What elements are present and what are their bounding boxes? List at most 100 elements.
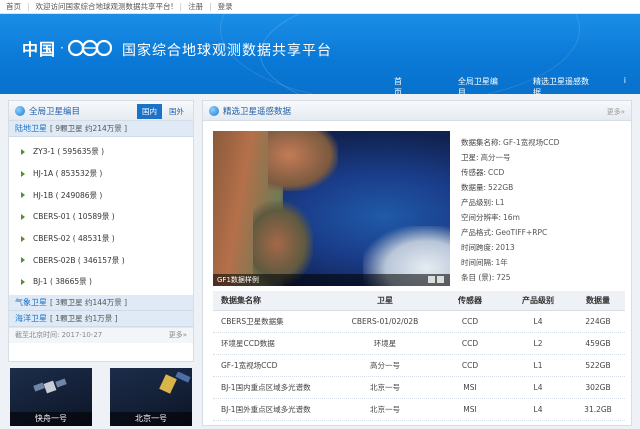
panel-header: 全局卫星编目 国内 国外	[9, 101, 193, 121]
image-caption: GF1数据样例	[213, 274, 450, 286]
logo-dot-icon: ·	[60, 41, 64, 55]
dataset-info: 数据集名称: GF-1宽视场CCD 卫星: 高分一号 传感器: CCD 数据量: 522…	[461, 135, 626, 285]
column-header: 传感器	[458, 296, 482, 305]
table-cell: 459GB	[585, 339, 611, 348]
tab-domestic[interactable]: 国内	[137, 104, 162, 119]
register-link[interactable]: 注册	[188, 1, 203, 12]
table-cell: 31.2GB	[584, 405, 612, 414]
table-row[interactable]: 环境星CCD数据 环境星 CCD L2 459GB	[213, 333, 625, 355]
category-name: 陆地卫星	[15, 124, 47, 133]
more-link[interactable]: 更多»	[607, 107, 625, 117]
site-title: 国家综合地球观测数据共享平台	[122, 43, 332, 59]
globe-icon	[15, 105, 25, 116]
satellite-icon	[33, 378, 67, 394]
category-name: 海洋卫星	[15, 313, 47, 323]
info-key: 时间间隔:	[461, 258, 494, 267]
table-cell: 北京一号	[370, 405, 400, 414]
table-cell: 环境星	[373, 339, 397, 348]
more-link[interactable]: 更多»	[169, 330, 187, 340]
info-row: 空间分辨率: 16m	[461, 210, 626, 225]
info-key: 产品格式:	[461, 228, 494, 237]
region-tabs: 国内 国外	[137, 104, 189, 119]
info-value: GeoTIFF+RPC	[495, 228, 548, 237]
tab-foreign[interactable]: 国外	[164, 104, 189, 119]
satellite-label: CBERS-02B ( 346157景 )	[33, 255, 125, 265]
list-item[interactable]: CBERS-01 ( 10589景 )	[9, 206, 193, 228]
satellite-image[interactable]	[213, 131, 450, 286]
thumb-kuaizhou[interactable]: 快舟一号	[10, 368, 92, 426]
satellite-label: CBERS-02 ( 48531景 )	[33, 234, 115, 244]
update-time-row: 截至北京时间: 2017-10-27 更多»	[9, 326, 193, 343]
column-header: 数据集名称	[221, 296, 261, 305]
thumb-caption: 北京一号	[110, 412, 192, 426]
panel-title: 精选卫星遥感数据	[223, 106, 292, 117]
column-header: 产品级别	[522, 296, 554, 305]
next-icon[interactable]	[437, 276, 444, 283]
welcome-text: 欢迎访问国家综合地球观测数据共享平台!	[35, 2, 174, 11]
site-logo[interactable]: 中国 ·	[22, 36, 112, 60]
table-cell: CCD	[461, 361, 479, 370]
satellite-list: ZY3-1 ( 595635景 ) HJ-1A ( 853532景 ) HJ-1…	[9, 137, 193, 295]
list-item[interactable]: HJ-1B ( 249086景 )	[9, 184, 193, 206]
nav-selected-data[interactable]: 精选卫星遥感数据	[519, 72, 610, 94]
category-weather[interactable]: 气象卫星 [ 3颗卫星 约144万景 ]	[9, 294, 193, 311]
list-item[interactable]: CBERS-02B ( 346157景 )	[9, 249, 193, 271]
thumb-caption: 快舟一号	[10, 412, 92, 426]
table-cell: MSI	[463, 405, 477, 414]
category-ocean[interactable]: 海洋卫星 [ 1颗卫星 约1万景 ]	[9, 310, 193, 327]
image-controls	[428, 276, 444, 283]
info-row: 数据集名称: GF-1宽视场CCD	[461, 135, 626, 150]
table-cell: 北京一号	[370, 383, 400, 392]
table-header: 数据集名称 卫星 传感器 产品级别 数据量	[213, 291, 625, 311]
list-item[interactable]: BJ-1 ( 38665景 )	[9, 271, 193, 293]
nav-more[interactable]: i	[610, 72, 640, 94]
list-item[interactable]: HJ-1A ( 853532景 )	[9, 163, 193, 185]
divider: |	[179, 2, 183, 11]
info-row: 产品级别: L1	[461, 195, 626, 210]
triangle-right-icon	[21, 278, 25, 285]
list-item[interactable]: CBERS-02 ( 48531景 )	[9, 228, 193, 250]
table-row[interactable]: GF-1宽视场CCD 高分一号 CCD L1 522GB	[213, 355, 625, 377]
info-key: 条目 (景):	[461, 273, 495, 282]
info-value: 522GB	[488, 183, 514, 192]
category-name: 气象卫星	[15, 297, 47, 307]
home-link[interactable]: 首页	[6, 1, 21, 12]
dataset-table: 数据集名称 卫星 传感器 产品级别 数据量 CBERS卫星数据集 CBERS-0…	[213, 291, 625, 421]
table-cell: 224GB	[585, 317, 611, 326]
satellite-label: HJ-1B ( 249086景 )	[33, 190, 103, 200]
info-row: 数据量: 522GB	[461, 180, 626, 195]
thumb-beijing[interactable]: 北京一号	[110, 368, 192, 426]
info-value: 1年	[495, 258, 508, 267]
table-cell: GF-1宽视场CCD	[221, 361, 278, 370]
login-link[interactable]: 登录	[218, 1, 233, 12]
category-land[interactable]: 陆地卫星 [ 9颗卫星 约214万景 ]	[9, 121, 193, 137]
nav-global-catalog[interactable]: 全局卫星编目	[444, 72, 519, 94]
info-row: 卫星: 高分一号	[461, 150, 626, 165]
table-row[interactable]: BJ-1国内重点区域多光谱数 北京一号 MSI L4 302GB	[213, 377, 625, 399]
info-key: 数据集名称:	[461, 138, 502, 147]
list-item[interactable]: ZY3-1 ( 595635景 )	[9, 141, 193, 163]
table-cell: L4	[533, 405, 543, 414]
triangle-right-icon	[21, 170, 25, 177]
main-nav: 首 页 全局卫星编目 精选卫星遥感数据 i	[380, 72, 640, 94]
triangle-right-icon	[21, 235, 25, 242]
info-row: 产品格式: GeoTIFF+RPC	[461, 225, 626, 240]
triangle-right-icon	[21, 148, 25, 155]
nav-home[interactable]: 首 页	[380, 72, 444, 94]
satellite-label: HJ-1A ( 853532景 )	[33, 169, 103, 179]
table-row[interactable]: BJ-1国外重点区域多光谱数 北京一号 MSI L4 31.2GB	[213, 399, 625, 421]
table-cell: L1	[533, 361, 543, 370]
globe-icon	[209, 105, 219, 116]
triangle-right-icon	[21, 213, 25, 220]
category-summary: [ 9颗卫星 约214万景 ]	[50, 124, 128, 133]
column-header: 卫星	[377, 296, 393, 305]
satellite-icon	[159, 372, 191, 394]
table-cell: 522GB	[585, 361, 611, 370]
table-row[interactable]: CBERS卫星数据集 CBERS-01/02/02B CCD L4 224GB	[213, 311, 625, 333]
info-row: 条目 (景): 725	[461, 270, 626, 285]
table-cell: CBERS-01/02/02B	[351, 317, 419, 326]
prev-icon[interactable]	[428, 276, 435, 283]
triangle-right-icon	[21, 257, 25, 264]
category-summary: [ 1颗卫星 约1万景 ]	[50, 313, 118, 323]
geo-logo-icon	[67, 39, 112, 57]
